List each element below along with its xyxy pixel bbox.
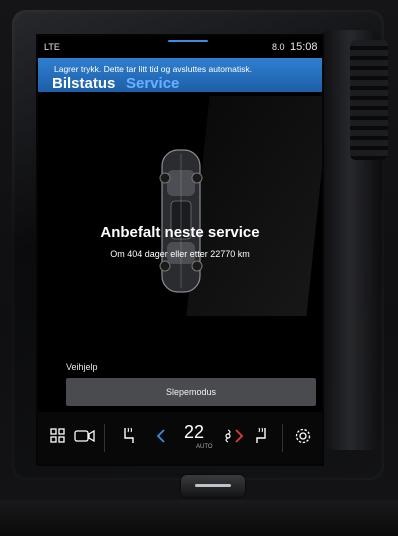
car-dashboard: LTE 8.0 15:08 Lagrer trykk. Dette tar li… <box>0 0 398 536</box>
temperature-value: 22 <box>184 422 205 442</box>
fan-icon[interactable] <box>222 428 234 444</box>
climate-divider-right <box>282 424 283 452</box>
climate-bar: 22 AUTO <box>38 412 322 464</box>
tab-service[interactable]: Service <box>126 75 179 92</box>
tab-bilstatus[interactable]: Bilstatus <box>52 75 115 92</box>
clock: 15:08 <box>290 41 318 53</box>
tow-mode-button[interactable]: Slepemodus <box>66 378 316 406</box>
infotainment-screen: LTE 8.0 15:08 Lagrer trykk. Dette tar li… <box>38 36 322 464</box>
temp-down-arrow-icon[interactable] <box>156 428 166 444</box>
service-subtitle: Om 404 dager eller etter 22770 km <box>110 249 250 259</box>
climate-divider <box>104 424 105 452</box>
car-topview-icon <box>159 149 203 293</box>
service-title: Anbefalt neste service <box>100 224 260 241</box>
banner-message: Lagrer trykk. Dette tar litt tid og avsl… <box>54 64 252 74</box>
lower-trim <box>0 500 398 536</box>
network-indicator: LTE <box>44 42 60 52</box>
temp-up-arrow-icon[interactable] <box>234 428 244 444</box>
drag-handle[interactable] <box>168 40 208 42</box>
status-bar: LTE 8.0 15:08 <box>38 36 322 58</box>
climate-mode: AUTO <box>196 444 213 450</box>
seat-heat-left-icon[interactable] <box>122 426 136 446</box>
home-button[interactable] <box>181 475 245 497</box>
seat-heat-right-icon[interactable] <box>254 426 268 446</box>
status-indicator: 8.0 <box>272 42 285 52</box>
settings-gear-icon[interactable] <box>294 427 312 445</box>
air-vent <box>350 40 388 160</box>
roadside-label: Veihjelp <box>66 362 98 372</box>
camera-icon[interactable] <box>74 429 96 443</box>
glare-reflection <box>186 96 322 316</box>
apps-grid-icon[interactable] <box>50 428 66 444</box>
